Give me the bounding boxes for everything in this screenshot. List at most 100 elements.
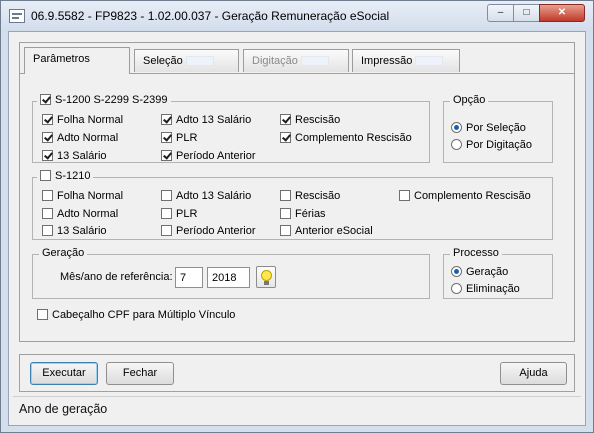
checkbox-box (280, 207, 291, 219)
s1210-13-salario-checkbox[interactable]: 13 Salário (42, 224, 107, 239)
s1210-plr-checkbox[interactable]: PLR (161, 207, 198, 222)
checkbox-box (161, 113, 172, 125)
checkbox-label: Rescisão (295, 114, 341, 126)
lightbulb-base (264, 281, 269, 285)
checkbox-label: Rescisão (295, 190, 341, 202)
status-bar: Ano de geração (13, 396, 581, 421)
tab-label: Seleção (143, 55, 183, 67)
ajuda-button[interactable]: Ajuda (500, 362, 567, 385)
button-bar: Executar Fechar Ajuda (19, 354, 575, 392)
checkbox-box (280, 113, 291, 125)
app-icon (9, 9, 25, 23)
tab-label: Impressão (361, 55, 413, 67)
maximize-button[interactable]: □ (513, 4, 540, 22)
title-bar[interactable]: 06.9.5582 - FP9823 - 1.02.00.037 - Geraç… (1, 1, 593, 31)
checkbox-box (399, 189, 410, 201)
s1210-periodo-anterior-checkbox[interactable]: Período Anterior (161, 224, 256, 239)
close-button[interactable]: ✕ (539, 4, 585, 22)
checkbox-label: Adto Normal (57, 132, 119, 144)
checkbox-box (37, 308, 48, 320)
checkbox-box (161, 207, 172, 219)
month-input[interactable] (175, 267, 203, 288)
s1200-complemento-rescisao-checkbox[interactable]: Complemento Rescisão (280, 131, 412, 146)
s1200-periodo-anterior-checkbox[interactable]: Período Anterior (161, 149, 256, 164)
tab-swatch (185, 56, 214, 67)
mes-ano-label: Mês/ano de referência: (60, 271, 173, 283)
radio-label: Eliminação (466, 283, 520, 295)
s1200-folha-normal-checkbox[interactable]: Folha Normal (42, 113, 123, 128)
checkbox-box (161, 224, 172, 236)
window-title: 06.9.5582 - FP9823 - 1.02.00.037 - Geraç… (31, 9, 390, 23)
radio-dot (451, 265, 462, 277)
lookup-button[interactable] (256, 266, 276, 288)
checkbox-label: Anterior eSocial (295, 225, 373, 237)
s1210-folha-normal-checkbox[interactable]: Folha Normal (42, 189, 124, 204)
tab-content-parametros: S-1200 S-2299 S-2399 Folha Normal Adto 1… (19, 73, 575, 342)
tab-impressao[interactable]: Impressão (352, 49, 460, 72)
checkbox-label: 13 Salário (57, 150, 107, 162)
radio-label: Por Digitação (466, 139, 533, 151)
opcao-por-digitacao-radio[interactable]: Por Digitação (451, 138, 533, 153)
tab-swatch (300, 56, 329, 67)
opcao-group-title: Opção (450, 94, 489, 106)
cabecalho-cpf-checkbox[interactable]: Cabeçalho CPF para Múltiplo Vínculo (37, 308, 236, 323)
executar-button[interactable]: Executar (30, 362, 98, 385)
checkbox-box (161, 149, 172, 161)
s1200-adto-normal-checkbox[interactable]: Adto Normal (42, 131, 119, 146)
s1210-rescisao-checkbox[interactable]: Rescisão (280, 189, 341, 204)
processo-group-title: Processo (450, 247, 502, 259)
processo-geracao-radio[interactable]: Geração (451, 265, 509, 280)
checkbox-label: S-1210 (55, 170, 91, 182)
checkbox-label: Férias (295, 208, 326, 220)
tab-swatch (415, 56, 444, 67)
radio-dot (451, 282, 462, 294)
tab-digitacao: Digitação (243, 49, 349, 72)
s1210-complemento-rescisao-checkbox[interactable]: Complemento Rescisão (399, 189, 531, 204)
checkbox-label: Período Anterior (176, 150, 256, 162)
lightbulb-icon (261, 270, 272, 281)
radio-dot (451, 121, 462, 133)
minimize-button[interactable]: – (487, 4, 514, 22)
s1210-group-checkbox[interactable]: S-1210 (37, 169, 94, 184)
checkbox-label: Complemento Rescisão (414, 190, 531, 202)
checkbox-label: PLR (176, 208, 198, 220)
checkbox-box (42, 189, 53, 201)
s1210-adto-normal-checkbox[interactable]: Adto Normal (42, 207, 118, 222)
checkbox-box (40, 169, 51, 181)
processo-eliminacao-radio[interactable]: Eliminação (451, 282, 520, 297)
checkbox-label: Folha Normal (57, 190, 124, 202)
checkbox-box (42, 207, 53, 219)
radio-label: Por Seleção (466, 122, 526, 134)
checkbox-label: S-1200 S-2299 S-2399 (55, 94, 168, 106)
checkbox-label: Período Anterior (176, 225, 256, 237)
checkbox-label: 13 Salário (57, 225, 107, 237)
checkbox-label: Cabeçalho CPF para Múltiplo Vínculo (52, 309, 236, 321)
opcao-por-selecao-radio[interactable]: Por Seleção (451, 121, 526, 136)
checkbox-box (280, 131, 291, 143)
s1210-ferias-checkbox[interactable]: Férias (280, 207, 326, 222)
tab-selecao[interactable]: Seleção (134, 49, 239, 72)
checkbox-label: Adto 13 Salário (176, 190, 252, 202)
s1200-rescisao-checkbox[interactable]: Rescisão (280, 113, 341, 128)
checkbox-box (42, 113, 53, 125)
checkbox-box (280, 224, 291, 236)
s1200-13-salario-checkbox[interactable]: 13 Salário (42, 149, 107, 164)
fechar-button[interactable]: Fechar (106, 362, 174, 385)
dialog-client: Parâmetros Seleção Digitação Impressão S… (8, 31, 586, 426)
s1200-adto-13-salario-checkbox[interactable]: Adto 13 Salário (161, 113, 252, 128)
year-input[interactable] (207, 267, 250, 288)
checkbox-label: Adto 13 Salário (176, 114, 252, 126)
tab-parametros[interactable]: Parâmetros (24, 47, 130, 74)
s1200-group-checkbox[interactable]: S-1200 S-2299 S-2399 (37, 93, 171, 108)
checkbox-box (42, 149, 53, 161)
checkbox-label: PLR (176, 132, 198, 144)
s1210-adto-13-salario-checkbox[interactable]: Adto 13 Salário (161, 189, 252, 204)
s1210-anterior-esocial-checkbox[interactable]: Anterior eSocial (280, 224, 373, 239)
radio-dot (451, 138, 462, 150)
geracao-group-title: Geração (39, 247, 88, 259)
checkbox-box (161, 131, 172, 143)
tab-label: Parâmetros (33, 53, 90, 65)
tab-label: Digitação (252, 55, 298, 67)
s1200-plr-checkbox[interactable]: PLR (161, 131, 198, 146)
radio-label: Geração (466, 266, 509, 278)
